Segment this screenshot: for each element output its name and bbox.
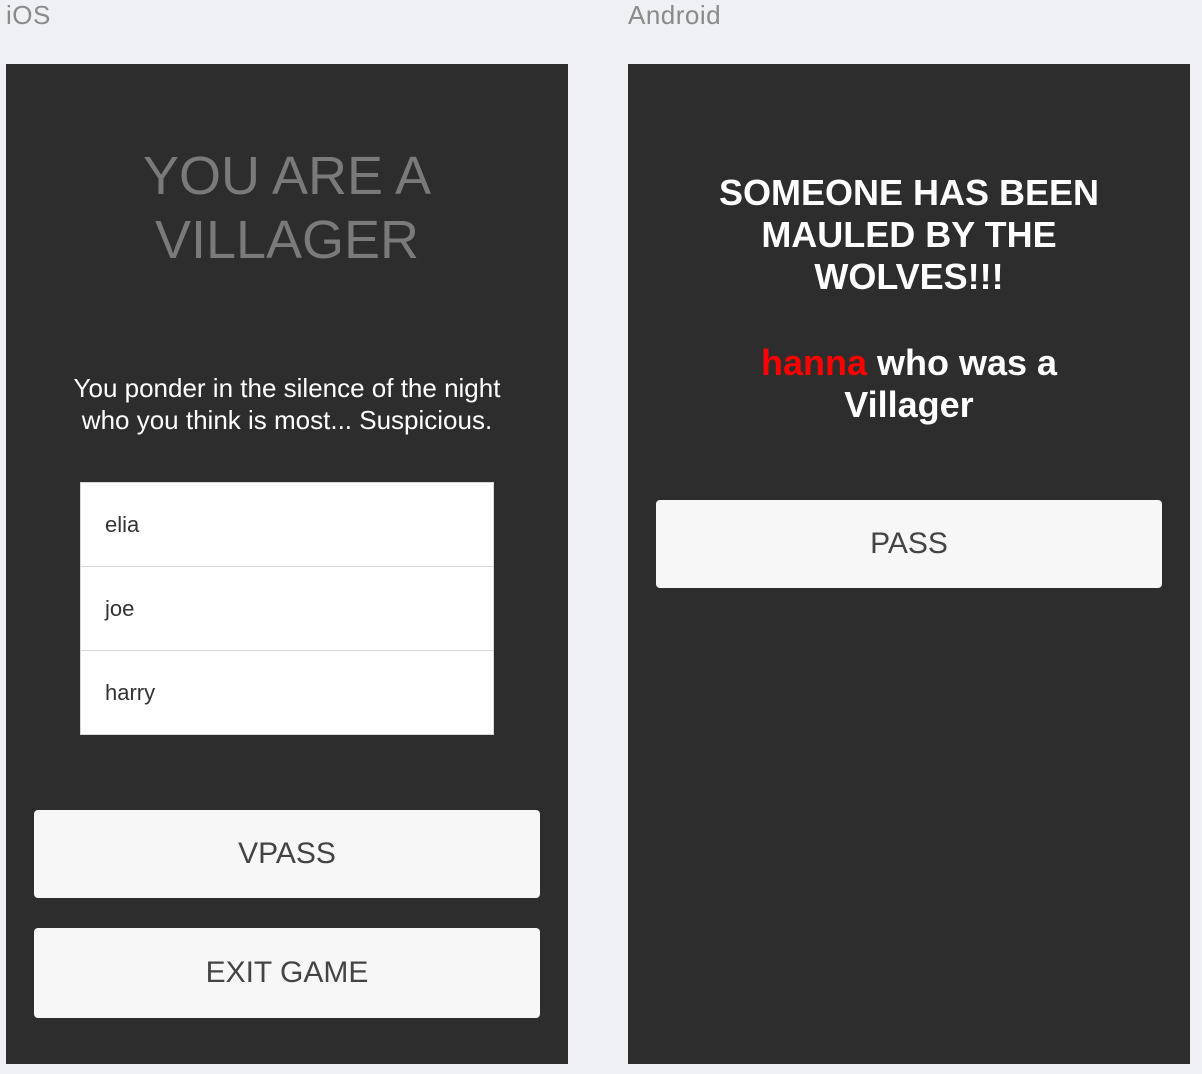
ponder-text: You ponder in the silence of the night w… [73, 373, 501, 435]
victim-text: hanna who was a Villager [668, 342, 1150, 426]
role-title: YOU ARE A VILLAGER [6, 144, 568, 272]
ios-screen: YOU ARE A VILLAGER You ponder in the sil… [6, 64, 568, 1064]
player-item-elia[interactable]: elia [81, 483, 493, 567]
player-item-harry[interactable]: harry [81, 651, 493, 734]
android-platform-label: Android [628, 0, 722, 30]
ios-platform-label: iOS [6, 0, 51, 30]
role-title-line1: YOU ARE A [142, 146, 432, 206]
victim-role: Villager [844, 384, 974, 425]
player-list: elia joe harry [80, 482, 494, 735]
exit-game-button[interactable]: EXIT GAME [34, 928, 540, 1018]
pass-button[interactable]: PASS [656, 500, 1162, 588]
victim-role-prefix: who was a [866, 342, 1058, 383]
victim-name: hanna [760, 342, 867, 383]
mauled-title: SOMEONE HAS BEEN MAULED BY THE WOLVES!!! [718, 172, 1100, 297]
android-screen: SOMEONE HAS BEEN MAULED BY THE WOLVES!!!… [628, 64, 1190, 1064]
role-title-line2: VILLAGER [154, 210, 420, 270]
player-item-joe[interactable]: joe [81, 567, 493, 651]
vpass-button[interactable]: VPASS [34, 810, 540, 898]
